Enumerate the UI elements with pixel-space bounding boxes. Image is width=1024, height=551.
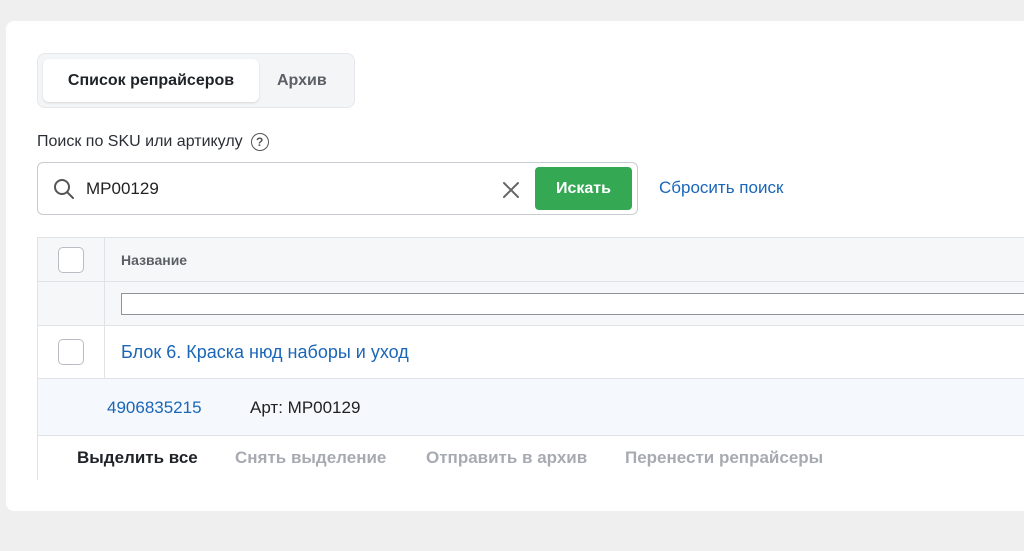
sku-link[interactable]: 4906835215	[107, 398, 202, 418]
search-label: Поиск по SKU или артикулу ?	[37, 133, 269, 151]
select-all-button[interactable]: Выделить все	[77, 448, 198, 468]
table-header-row: Название	[38, 238, 1024, 282]
search-icon	[54, 179, 74, 199]
repricer-table: Название Блок 6. Краска нюд наборы и ухо…	[37, 237, 1024, 480]
search-button[interactable]: Искать	[535, 167, 632, 210]
clear-icon[interactable]	[500, 179, 522, 201]
bulk-actions-bar: Выделить все Снять выделение Отправить в…	[38, 436, 1024, 480]
name-filter-input[interactable]	[121, 293, 1024, 315]
move-repricers-button[interactable]: Перенести репрайсеры	[625, 448, 823, 468]
column-title-name: Название	[121, 252, 188, 268]
search-box: Искать	[37, 162, 638, 215]
header-checkbox-cell	[38, 238, 105, 281]
table-filter-row	[38, 282, 1024, 326]
search-label-text: Поиск по SKU или артикулу	[37, 133, 243, 150]
filter-check-cell	[38, 282, 105, 325]
tabs: Список репрайсеров Архив	[37, 53, 355, 108]
reset-search-link[interactable]: Сбросить поиск	[659, 178, 783, 198]
repricer-title-link[interactable]: Блок 6. Краска нюд наборы и уход	[121, 342, 409, 363]
table-subrow: 4906835215 Арт: MP00129	[38, 379, 1024, 436]
row-checkbox-cell	[38, 326, 105, 378]
table-row: Блок 6. Краска нюд наборы и уход	[38, 326, 1024, 379]
article-text: Арт: MP00129	[250, 398, 361, 417]
search-input[interactable]	[86, 173, 466, 205]
tab-repricer-list[interactable]: Список репрайсеров	[43, 59, 259, 102]
tab-archive[interactable]: Архив	[259, 59, 345, 102]
row-checkbox[interactable]	[58, 339, 84, 365]
archive-button[interactable]: Отправить в архив	[426, 448, 587, 468]
deselect-button[interactable]: Снять выделение	[235, 448, 386, 468]
help-icon[interactable]: ?	[250, 133, 269, 151]
main-card: Список репрайсеров Архив Поиск по SKU ил…	[6, 21, 1024, 511]
select-all-checkbox[interactable]	[58, 246, 84, 273]
